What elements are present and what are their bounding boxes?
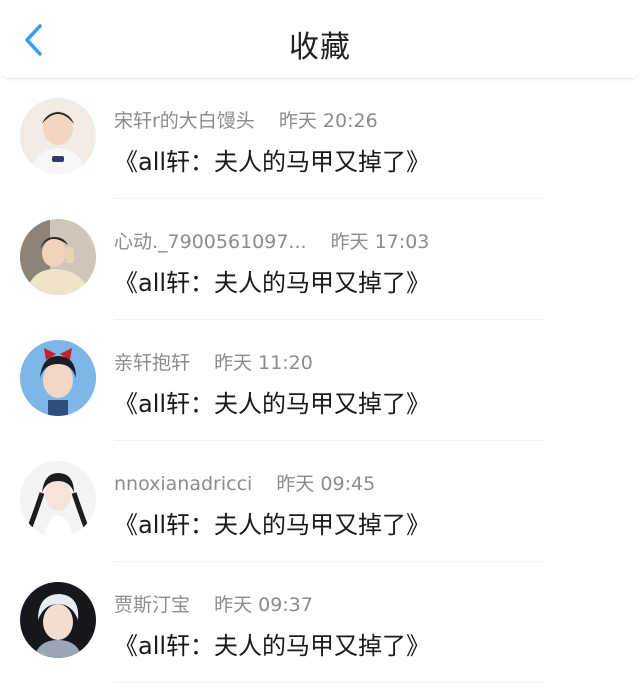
top-nav-bar: 收藏 (0, 0, 640, 79)
item-meta: 宋轩r的大白馒头 昨天 20:26 (114, 106, 378, 133)
timestamp: 昨天 09:37 (214, 594, 313, 616)
item-title[interactable]: 《all轩：夫人的马甲又掉了》 (114, 142, 430, 177)
list-item[interactable]: 心动._7900561097... 昨天 17:03 《all轩：夫人的马甲又掉… (0, 199, 640, 320)
user-name[interactable]: nnoxianadricci (114, 473, 252, 495)
timestamp: 昨天 17:03 (330, 231, 430, 253)
timestamp: 昨天 11:20 (214, 352, 313, 374)
list-item[interactable]: 亲轩抱轩 昨天 11:20 《all轩：夫人的马甲又掉了》 (0, 320, 640, 441)
item-title[interactable]: 《all轩：夫人的马甲又掉了》 (114, 384, 430, 419)
timestamp: 昨天 20:26 (278, 110, 378, 132)
avatar[interactable] (20, 98, 96, 174)
item-meta: 贾斯汀宝 昨天 09:37 (114, 590, 313, 617)
list-item[interactable]: 贾斯汀宝 昨天 09:37 《all轩：夫人的马甲又掉了》 (0, 562, 640, 683)
item-title[interactable]: 《all轩：夫人的马甲又掉了》 (114, 263, 430, 298)
avatar[interactable] (20, 582, 96, 658)
user-name[interactable]: 贾斯汀宝 (114, 594, 190, 616)
item-meta: nnoxianadricci 昨天 09:45 (114, 469, 375, 496)
list-item[interactable]: nnoxianadricci 昨天 09:45 《all轩：夫人的马甲又掉了》 (0, 441, 640, 562)
avatar[interactable] (20, 340, 96, 416)
item-title[interactable]: 《all轩：夫人的马甲又掉了》 (114, 505, 430, 540)
user-name[interactable]: 宋轩r的大白馒头 (114, 110, 255, 132)
favorites-list: 宋轩r的大白馒头 昨天 20:26 《all轩：夫人的马甲又掉了》 心动._79… (0, 78, 640, 683)
page-title: 收藏 (289, 30, 351, 65)
avatar[interactable] (20, 461, 96, 537)
item-meta: 心动._7900561097... 昨天 17:03 (114, 227, 429, 254)
divider (114, 682, 544, 683)
user-name[interactable]: 亲轩抱轩 (114, 352, 190, 374)
user-name[interactable]: 心动._7900561097... (114, 231, 307, 253)
list-item[interactable]: 宋轩r的大白馒头 昨天 20:26 《all轩：夫人的马甲又掉了》 (0, 78, 640, 199)
item-title[interactable]: 《all轩：夫人的马甲又掉了》 (114, 626, 430, 661)
avatar[interactable] (20, 219, 96, 295)
item-meta: 亲轩抱轩 昨天 11:20 (114, 348, 313, 375)
timestamp: 昨天 09:45 (276, 473, 376, 495)
